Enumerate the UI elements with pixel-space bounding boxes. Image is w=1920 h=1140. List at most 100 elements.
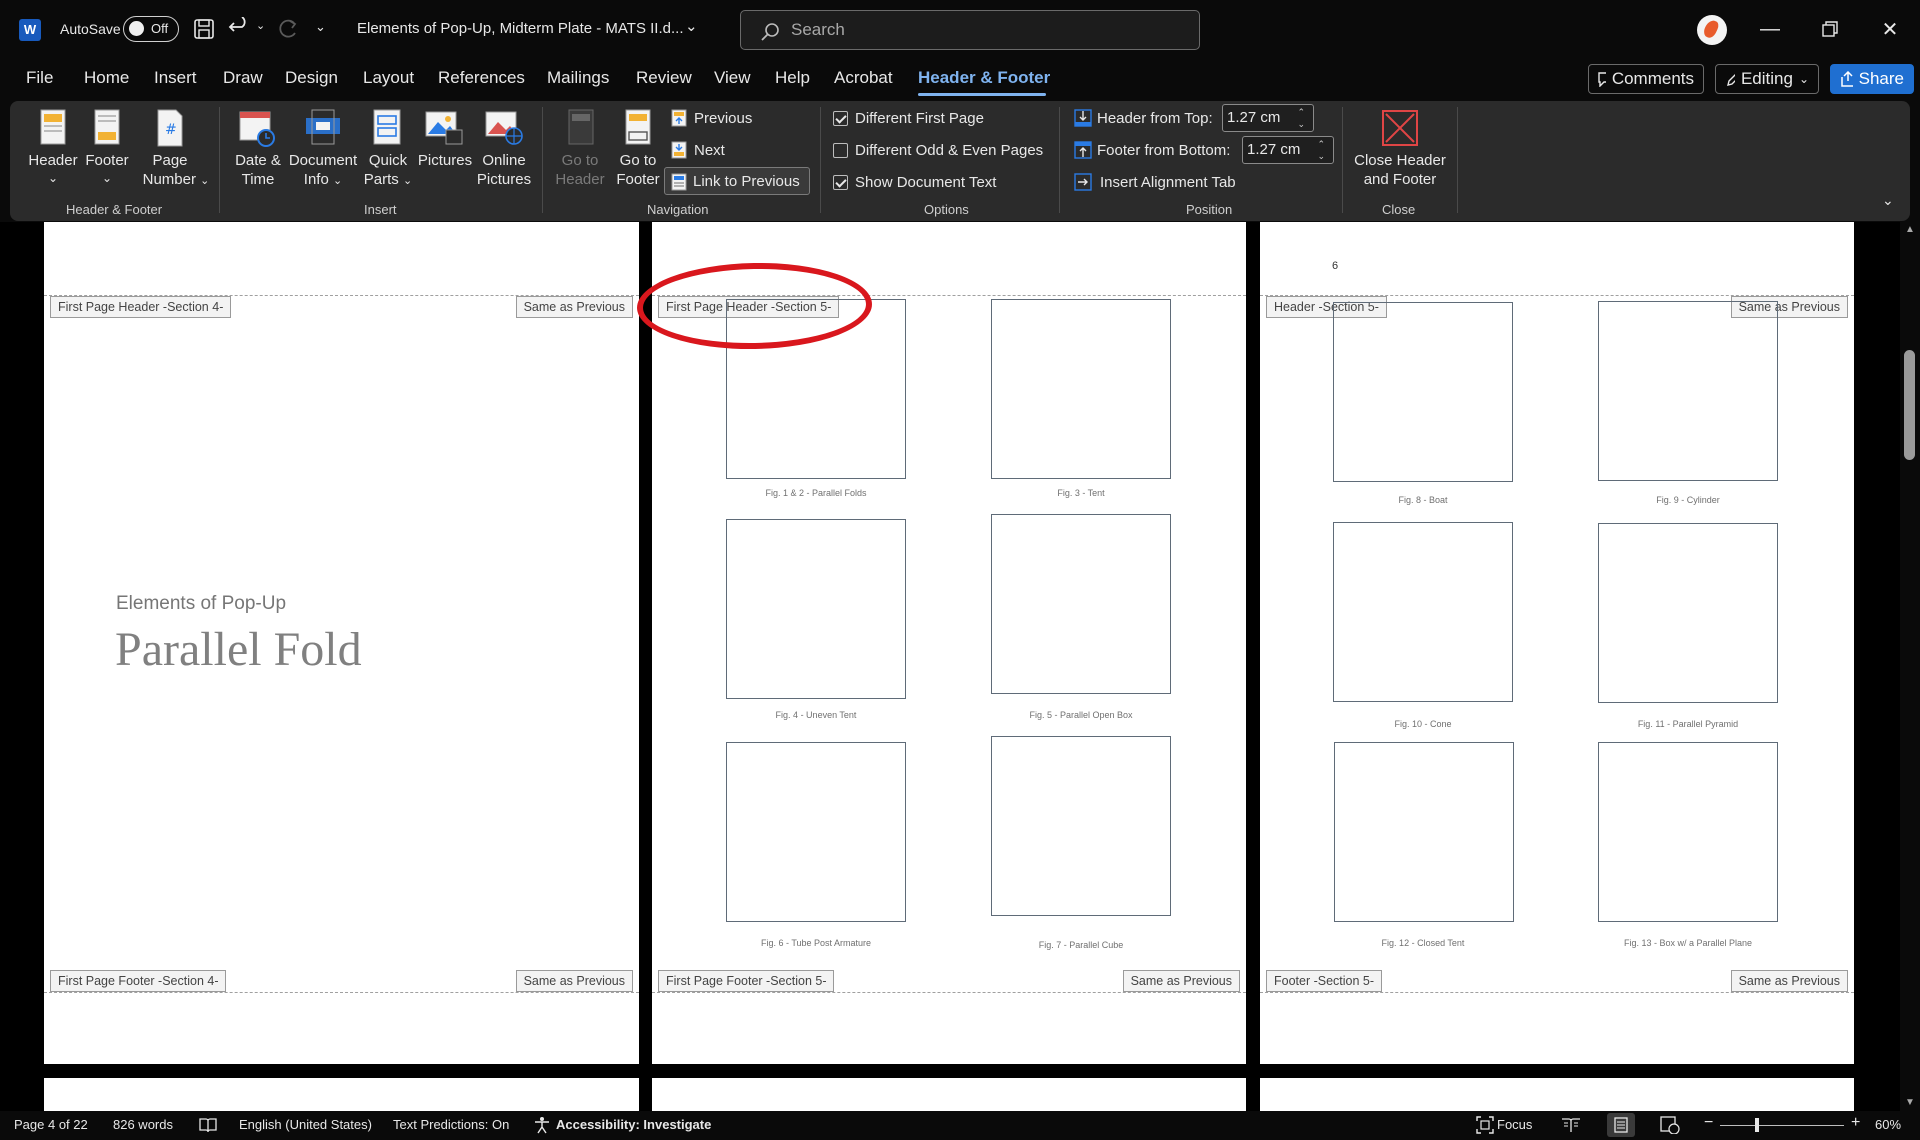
tab-references[interactable]: References	[438, 68, 525, 88]
header-button[interactable]: Header	[28, 151, 78, 170]
different-first-page-checkbox[interactable]	[833, 111, 848, 126]
different-first-page-label[interactable]: Different First Page	[855, 109, 984, 128]
footer-dropdown-icon[interactable]: ⌄	[82, 169, 132, 188]
active-tab-indicator	[918, 93, 1046, 96]
tab-layout[interactable]: Layout	[363, 68, 414, 88]
figure-placeholder[interactable]	[1598, 301, 1778, 481]
scroll-thumb[interactable]	[1904, 350, 1915, 460]
time-label[interactable]: Time	[228, 170, 288, 189]
tab-mailings[interactable]: Mailings	[547, 68, 609, 88]
avatar[interactable]	[1697, 15, 1727, 45]
tab-home[interactable]: Home	[84, 68, 129, 88]
zoom-level[interactable]: 60%	[1875, 1117, 1901, 1132]
document-subtitle[interactable]: Elements of Pop-Up	[116, 593, 286, 615]
read-mode-icon[interactable]	[1561, 1117, 1581, 1133]
scroll-up-icon[interactable]: ▲	[1905, 224, 1915, 235]
tab-help[interactable]: Help	[775, 68, 810, 88]
language[interactable]: English (United States)	[239, 1117, 372, 1132]
and-footer-label[interactable]: and Footer	[1350, 170, 1450, 189]
figure-placeholder[interactable]	[726, 519, 906, 699]
footer-button[interactable]: Footer	[82, 151, 132, 170]
focus-label[interactable]: Focus	[1497, 1117, 1532, 1132]
tab-review[interactable]: Review	[636, 68, 692, 88]
tab-header-footer[interactable]: Header & Footer	[918, 68, 1050, 88]
figure-placeholder[interactable]	[1333, 522, 1513, 702]
footer-from-bottom-input[interactable]: 1.27 cm ⌃ ⌄	[1242, 136, 1334, 164]
footer-spinner-arrows-icon[interactable]: ⌃ ⌄	[1317, 138, 1325, 162]
restore-icon[interactable]	[1800, 0, 1860, 58]
collapse-ribbon-icon[interactable]: ⌄	[1882, 191, 1894, 210]
page-label[interactable]: Page	[140, 151, 200, 170]
page-number[interactable]: 6	[1332, 260, 1338, 272]
zoom-slider-thumb[interactable]	[1755, 1118, 1759, 1132]
save-icon[interactable]	[193, 18, 215, 40]
tab-view[interactable]: View	[714, 68, 751, 88]
tab-draw[interactable]: Draw	[223, 68, 263, 88]
page-number-button[interactable]: Number ⌄	[136, 170, 216, 191]
online-pictures-label[interactable]: Pictures	[474, 170, 534, 189]
focus-icon[interactable]	[1476, 1116, 1494, 1134]
online-label[interactable]: Online	[474, 151, 534, 170]
print-layout-button[interactable]	[1607, 1113, 1635, 1137]
share-button[interactable]: Share	[1830, 64, 1914, 94]
comments-button[interactable]: Comments	[1588, 64, 1704, 94]
next-button[interactable]: Next	[694, 141, 725, 160]
close-header-label[interactable]: Close Header	[1350, 151, 1450, 170]
document-title[interactable]: Elements of Pop-Up, Midterm Plate - MATS…	[357, 20, 684, 37]
proofing-book-icon[interactable]	[199, 1117, 217, 1133]
different-odd-even-label[interactable]: Different Odd & Even Pages	[855, 141, 1043, 160]
show-document-text-label[interactable]: Show Document Text	[855, 173, 996, 192]
figure-placeholder[interactable]	[1598, 742, 1778, 922]
figure-placeholder[interactable]	[1333, 302, 1513, 482]
page-next-row	[1260, 1078, 1854, 1111]
tab-acrobat[interactable]: Acrobat	[834, 68, 893, 88]
zoom-slider-track[interactable]	[1720, 1125, 1844, 1126]
figure-placeholder[interactable]	[1598, 523, 1778, 703]
scroll-down-icon[interactable]: ▼	[1905, 1097, 1915, 1108]
previous-button[interactable]: Previous	[694, 109, 752, 128]
close-window-icon[interactable]: ✕	[1860, 0, 1920, 58]
show-document-text-checkbox[interactable]	[833, 175, 848, 190]
date-label[interactable]: Date &	[228, 151, 288, 170]
word-count[interactable]: 826 words	[113, 1117, 173, 1132]
document-info-button[interactable]: Info ⌄	[288, 170, 358, 191]
text-predictions[interactable]: Text Predictions: On	[393, 1117, 509, 1132]
accessibility-icon[interactable]	[533, 1116, 551, 1134]
figure-placeholder[interactable]	[991, 299, 1171, 479]
document-label[interactable]: Document	[288, 151, 358, 170]
undo-dropdown-icon[interactable]: ⌄	[256, 19, 265, 32]
redo-icon[interactable]	[276, 17, 300, 41]
autosave-state: Off	[151, 21, 169, 36]
minimize-icon[interactable]: —	[1740, 0, 1800, 58]
figure-placeholder[interactable]	[726, 742, 906, 922]
header-dropdown-icon[interactable]: ⌄	[28, 169, 78, 188]
different-odd-even-checkbox[interactable]	[833, 143, 848, 158]
insert-alignment-tab-button[interactable]: Insert Alignment Tab	[1100, 173, 1236, 192]
figure-placeholder[interactable]	[991, 514, 1171, 694]
link-to-previous-button[interactable]: Link to Previous	[664, 167, 810, 195]
quick-parts-button[interactable]: Parts ⌄	[358, 170, 418, 191]
quick-label[interactable]: Quick	[358, 151, 418, 170]
autosave-toggle[interactable]: Off	[123, 16, 179, 42]
title-dropdown-icon[interactable]: ⌄	[685, 17, 698, 35]
accessibility-status[interactable]: Accessibility: Investigate	[556, 1117, 711, 1132]
header-from-top-input[interactable]: 1.27 cm ⌃ ⌄	[1222, 104, 1314, 132]
pictures-button[interactable]: Pictures	[415, 151, 475, 170]
tab-file[interactable]: File	[26, 68, 53, 88]
page-count[interactable]: Page 4 of 22	[14, 1117, 88, 1132]
tab-design[interactable]: Design	[285, 68, 338, 88]
header-spinner-arrows-icon[interactable]: ⌃ ⌄	[1297, 106, 1305, 130]
customize-toolbar-icon[interactable]: ⌄	[315, 19, 326, 35]
zoom-in-icon[interactable]: +	[1851, 1114, 1860, 1132]
tab-insert[interactable]: Insert	[154, 68, 197, 88]
document-title-text[interactable]: Parallel Fold	[115, 622, 362, 677]
go-to-footer-label-1[interactable]: Go to	[613, 151, 663, 170]
figure-placeholder[interactable]	[991, 736, 1171, 916]
go-to-footer-label-2[interactable]: Footer	[613, 170, 663, 189]
search-box[interactable]: Search	[740, 10, 1200, 50]
figure-placeholder[interactable]	[1334, 742, 1514, 922]
undo-icon[interactable]	[228, 17, 252, 39]
web-layout-icon[interactable]	[1660, 1116, 1680, 1134]
zoom-out-icon[interactable]: −	[1704, 1114, 1713, 1132]
editing-button[interactable]: Editing ⌄	[1715, 64, 1819, 94]
